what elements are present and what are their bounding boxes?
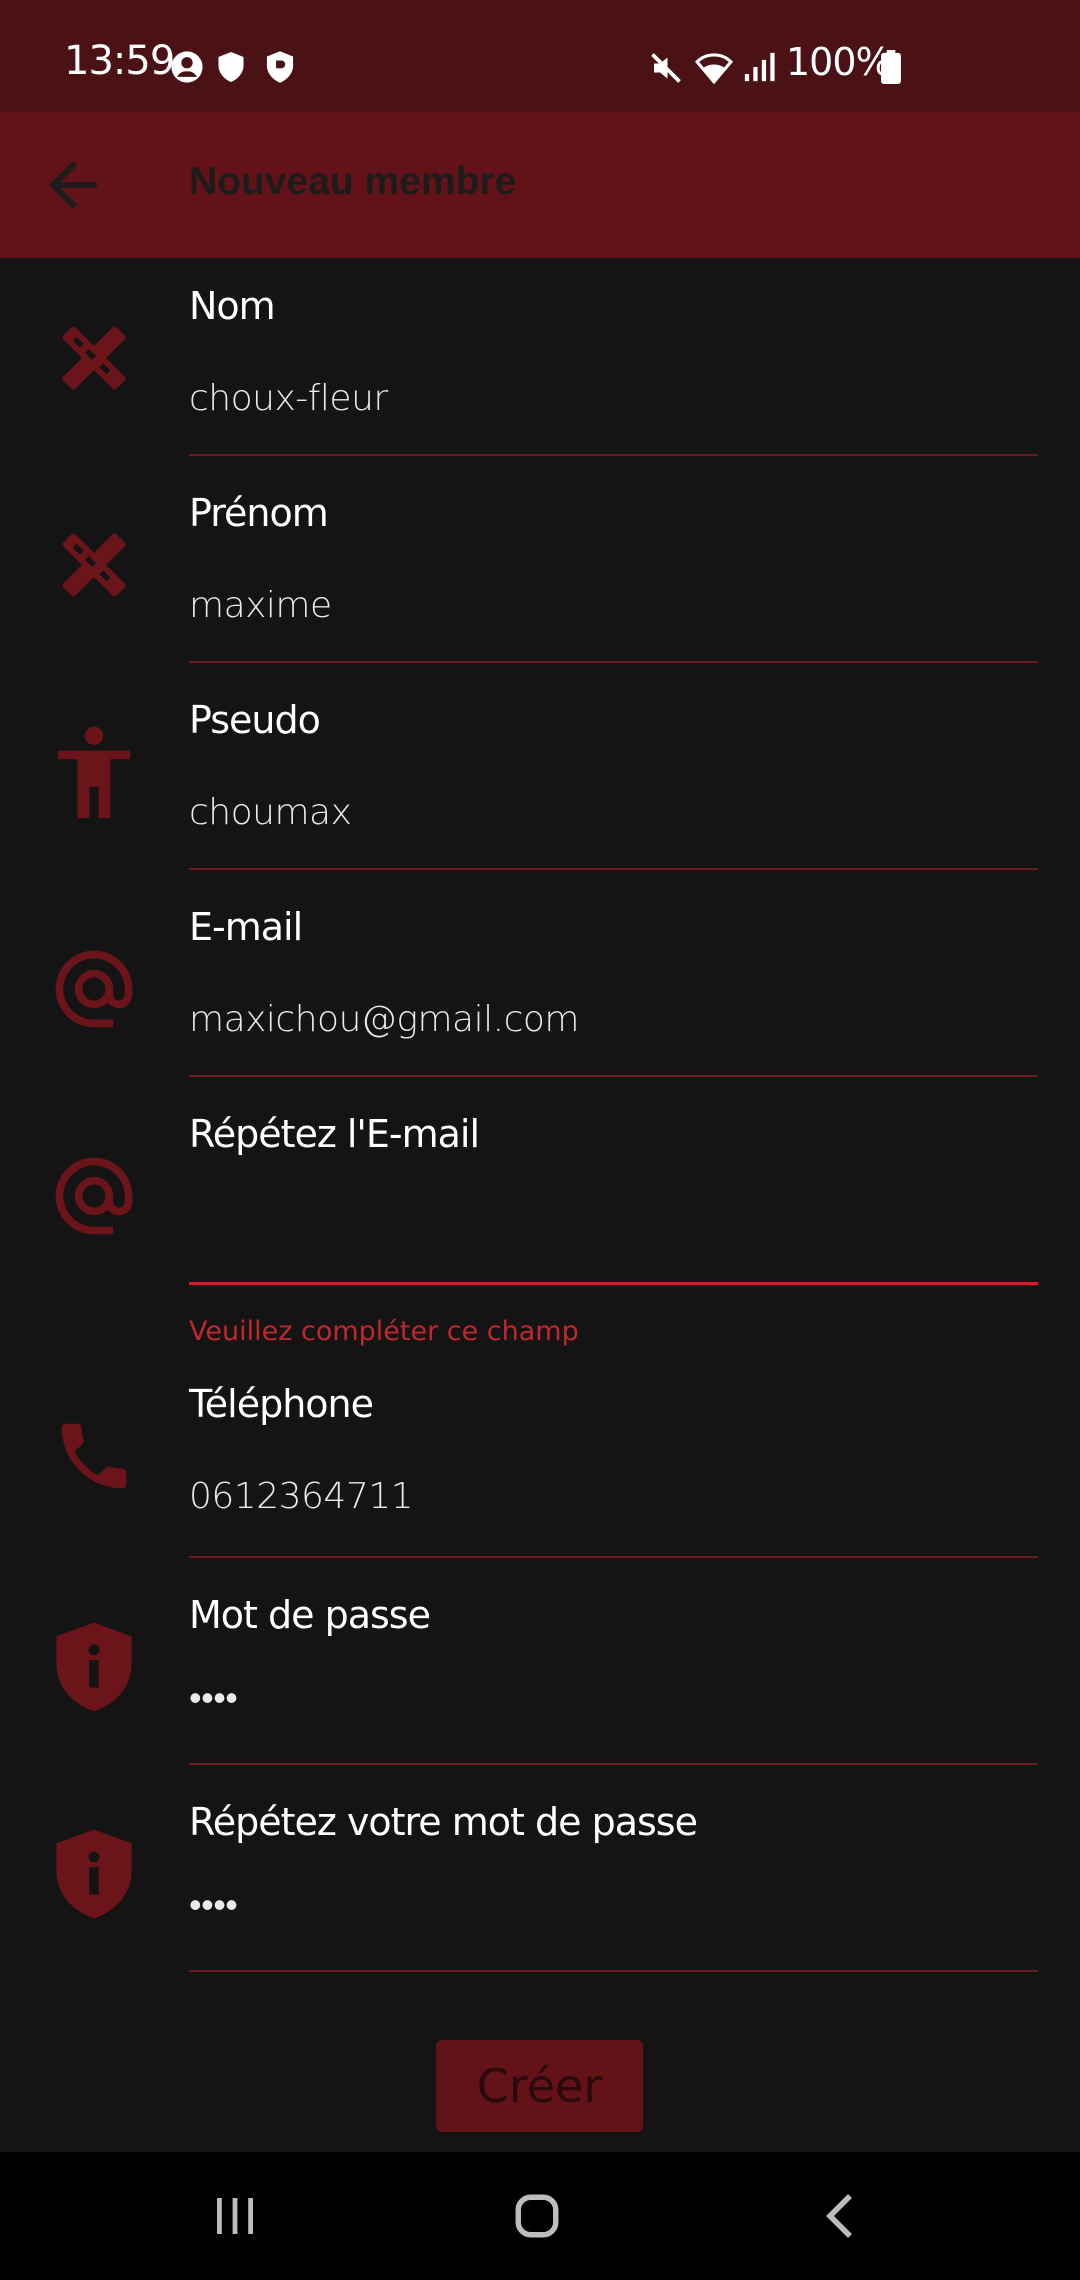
wifi-icon [694, 50, 734, 91]
field-value[interactable]: maxichou@gmail.com [189, 999, 579, 1040]
at-icon [46, 941, 142, 1037]
field-label: Téléphone [189, 1382, 374, 1426]
password-field[interactable]: Mot de passe •••• [0, 1567, 1080, 1767]
field-label: Pseudo [189, 698, 321, 742]
field-underline [189, 1556, 1038, 1558]
error-message: Veuillez compléter ce champ [189, 1316, 579, 1347]
ruler-pencil-icon [46, 517, 142, 613]
field-value[interactable]: •••• [189, 1884, 238, 1926]
shield-info-icon [46, 1826, 142, 1922]
field-label: Prénom [189, 491, 329, 535]
home-icon [515, 2194, 559, 2238]
home-button[interactable] [502, 2186, 572, 2246]
shield-info-icon [46, 1619, 142, 1715]
app-bar: Nouveau membre [0, 112, 1080, 258]
field-value[interactable]: •••• [189, 1677, 238, 1719]
field-underline [189, 868, 1038, 870]
field-underline [189, 454, 1038, 456]
phone-icon [46, 1408, 142, 1504]
field-value[interactable]: choumax [189, 792, 352, 833]
arrow-back-icon [49, 161, 97, 209]
field-underline [189, 1970, 1038, 1972]
status-time: 13:59 [64, 38, 175, 84]
battery-icon [880, 50, 902, 89]
back-icon [826, 2194, 852, 2238]
system-nav-bar [0, 2152, 1080, 2280]
shield-b-icon [264, 50, 296, 89]
create-button[interactable]: Créer [436, 2040, 643, 2132]
field-label: E-mail [189, 905, 303, 949]
repeat-password-field[interactable]: Répétez votre mot de passe •••• [0, 1774, 1080, 1974]
field-value[interactable]: 0612364711 [189, 1476, 414, 1517]
signal-icon [742, 50, 776, 89]
field-value[interactable]: maxime [189, 585, 332, 626]
battery-percent: 100% [786, 40, 892, 84]
person-icon [46, 724, 142, 820]
create-button-label: Créer [476, 2059, 603, 2113]
ruler-pencil-icon [46, 310, 142, 406]
nav-back-button[interactable] [805, 2186, 875, 2246]
at-icon [46, 1148, 142, 1244]
field-underline [189, 1763, 1038, 1765]
phone-field[interactable]: Téléphone 0612364711 [0, 1360, 1080, 1560]
field-underline-error [189, 1282, 1038, 1285]
email-field[interactable]: E-mail maxichou@gmail.com [0, 879, 1080, 1079]
repeat-email-field[interactable]: Répétez l'E-mail Veuillez compléter ce c… [0, 1086, 1080, 1356]
shield-icon [216, 50, 246, 89]
name-field[interactable]: Nom choux-fleur [0, 258, 1080, 458]
field-value[interactable]: choux-fleur [189, 378, 388, 419]
field-label: Répétez l'E-mail [189, 1112, 480, 1156]
field-label: Nom [189, 284, 276, 328]
back-button[interactable] [32, 144, 114, 226]
field-underline [189, 661, 1038, 663]
field-underline [189, 1075, 1038, 1077]
account-circle-icon [170, 50, 204, 89]
pseudo-field[interactable]: Pseudo choumax [0, 672, 1080, 872]
page-title: Nouveau membre [189, 160, 517, 203]
field-label: Mot de passe [189, 1593, 431, 1637]
firstname-field[interactable]: Prénom maxime [0, 465, 1080, 665]
status-bar: 13:59 100% [0, 0, 1080, 112]
field-label: Répétez votre mot de passe [189, 1800, 698, 1844]
recents-icon [217, 2198, 253, 2234]
mute-icon [648, 50, 684, 91]
recents-button[interactable] [200, 2186, 270, 2246]
